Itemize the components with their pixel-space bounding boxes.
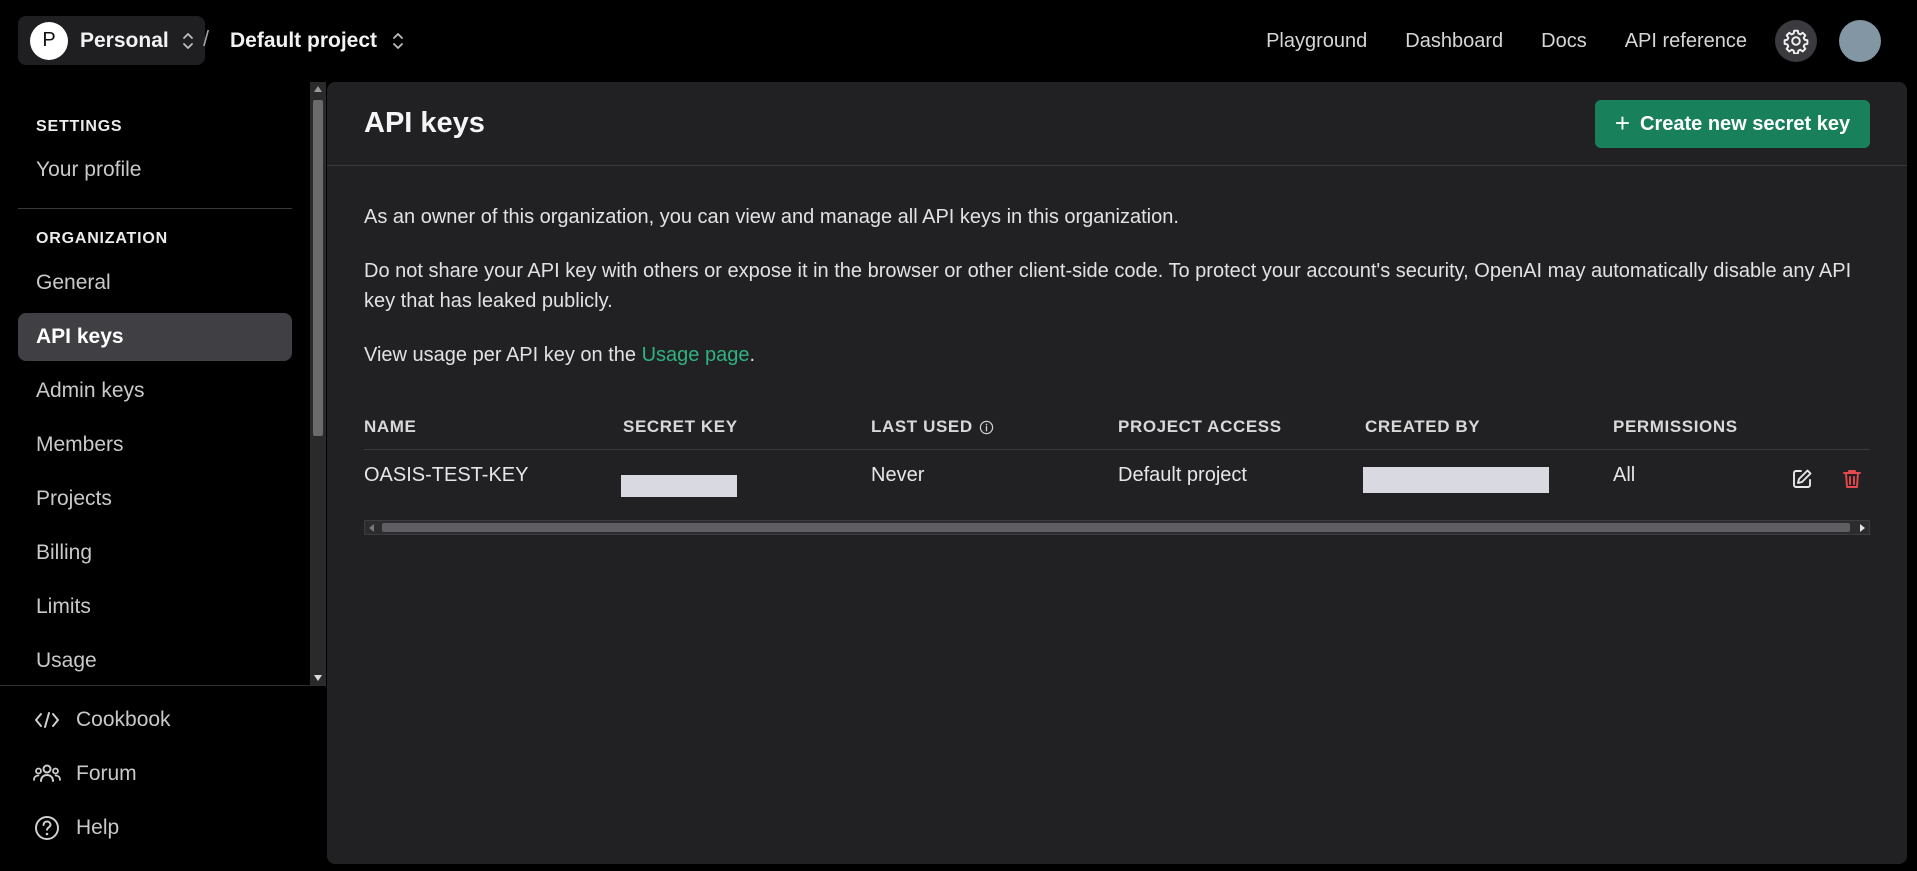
- code-icon: [35, 712, 59, 728]
- usage-page-link[interactable]: Usage page: [642, 344, 750, 366]
- panel-header: API keys + Create new secret key: [327, 82, 1907, 166]
- forum-label: Forum: [76, 762, 137, 785]
- main-panel: API keys + Create new secret key As an o…: [327, 82, 1907, 864]
- trash-icon: [1843, 470, 1861, 488]
- sidebar-item-api-keys[interactable]: API keys: [18, 313, 292, 361]
- project-switcher[interactable]: Default project: [230, 22, 405, 60]
- owner-info-text: As an owner of this organization, you ca…: [364, 206, 1179, 228]
- sidebar-item-usage[interactable]: Usage: [18, 637, 292, 685]
- chevron-updown-icon: [182, 32, 193, 49]
- table-horizontal-scrollbar[interactable]: [364, 520, 1870, 535]
- section-title-settings: SETTINGS: [36, 118, 123, 135]
- org-switcher[interactable]: P Personal: [18, 16, 205, 65]
- project-name: Default project: [230, 29, 378, 52]
- delete-key-button[interactable]: [1838, 465, 1866, 493]
- help-label: Help: [76, 816, 120, 839]
- info-icon[interactable]: [979, 420, 994, 435]
- col-header-name: NAME: [364, 417, 417, 436]
- edit-icon: [1793, 469, 1812, 488]
- sidebar-link-help[interactable]: Help: [32, 808, 119, 848]
- breadcrumb-separator: /: [203, 26, 210, 51]
- org-avatar: P: [30, 21, 68, 60]
- usage-info-suffix: .: [749, 344, 756, 366]
- top-nav: Playground Dashboard Docs API reference: [1266, 0, 1917, 82]
- col-header-last-used-label: LAST USED: [871, 417, 973, 436]
- usage-info-prefix: View usage per API key on the: [364, 344, 642, 366]
- sidebar-item-limits[interactable]: Limits: [18, 583, 292, 631]
- sidebar-item-general[interactable]: General: [18, 259, 292, 307]
- nav-api-reference[interactable]: API reference: [1625, 30, 1747, 53]
- help-icon: [35, 816, 59, 840]
- plus-icon: +: [1614, 107, 1631, 138]
- nav-docs[interactable]: Docs: [1541, 30, 1587, 53]
- create-button-label: Create new secret key: [1640, 112, 1851, 135]
- scroll-left-arrow[interactable]: [369, 524, 374, 532]
- scroll-down-arrow[interactable]: [314, 675, 322, 681]
- org-name: Personal: [80, 28, 169, 52]
- col-header-project-access: PROJECT ACCESS: [1118, 417, 1282, 436]
- nav-playground[interactable]: Playground: [1266, 30, 1367, 53]
- sidebar-item-projects[interactable]: Projects: [18, 475, 292, 523]
- user-avatar[interactable]: [1839, 20, 1881, 62]
- sidebar-divider: [18, 208, 292, 209]
- table-header-divider: [364, 449, 1870, 450]
- chevron-updown-icon: [393, 33, 403, 49]
- redacted-secret-key: [621, 475, 737, 497]
- sidebar-item-admin-keys[interactable]: Admin keys: [18, 367, 292, 415]
- scroll-up-arrow[interactable]: [314, 86, 322, 92]
- scroll-right-arrow[interactable]: [1860, 524, 1865, 532]
- redacted-created-by: [1363, 467, 1549, 493]
- sidebar-nav: SETTINGS Your profile ORGANIZATION Gener…: [0, 82, 310, 685]
- create-secret-key-button[interactable]: + Create new secret key: [1595, 100, 1870, 148]
- cookbook-label: Cookbook: [76, 708, 171, 731]
- sidebar-footer: Cookbook Forum Help: [0, 685, 326, 871]
- sidebar: SETTINGS Your profile ORGANIZATION Gener…: [0, 82, 326, 871]
- sidebar-item-your-profile[interactable]: Your profile: [18, 146, 292, 194]
- row-project-access: Default project: [1118, 464, 1247, 486]
- sidebar-link-cookbook[interactable]: Cookbook: [32, 700, 171, 740]
- users-icon: [33, 764, 61, 782]
- row-last-used: Never: [871, 464, 925, 486]
- section-title-organization: ORGANIZATION: [36, 230, 168, 247]
- sidebar-item-billing[interactable]: Billing: [18, 529, 292, 577]
- sidebar-link-forum[interactable]: Forum: [32, 754, 137, 794]
- page-title: API keys: [364, 107, 485, 139]
- sidebar-scrollbar[interactable]: [310, 82, 326, 685]
- horizontal-scrollbar-thumb[interactable]: [382, 523, 1850, 532]
- sidebar-item-members[interactable]: Members: [18, 421, 292, 469]
- top-bar: P Personal / Default project Playground …: [0, 0, 1917, 82]
- settings-button[interactable]: [1775, 20, 1817, 62]
- col-header-permissions: PERMISSIONS: [1613, 417, 1738, 436]
- nav-dashboard[interactable]: Dashboard: [1405, 30, 1503, 53]
- scrollbar-thumb[interactable]: [313, 100, 323, 436]
- col-header-created-by: CREATED BY: [1365, 417, 1481, 436]
- gear-icon: [1783, 29, 1809, 54]
- col-header-secret-key: SECRET KEY: [623, 417, 738, 436]
- edit-key-button[interactable]: [1788, 465, 1816, 493]
- security-warning-text: Do not share your API key with others or…: [364, 260, 1852, 312]
- row-permissions: All: [1613, 464, 1636, 486]
- col-header-last-used: LAST USED: [871, 417, 994, 437]
- usage-info-text: View usage per API key on the Usage page…: [364, 340, 1874, 370]
- row-key-name: OASIS-TEST-KEY: [364, 464, 529, 486]
